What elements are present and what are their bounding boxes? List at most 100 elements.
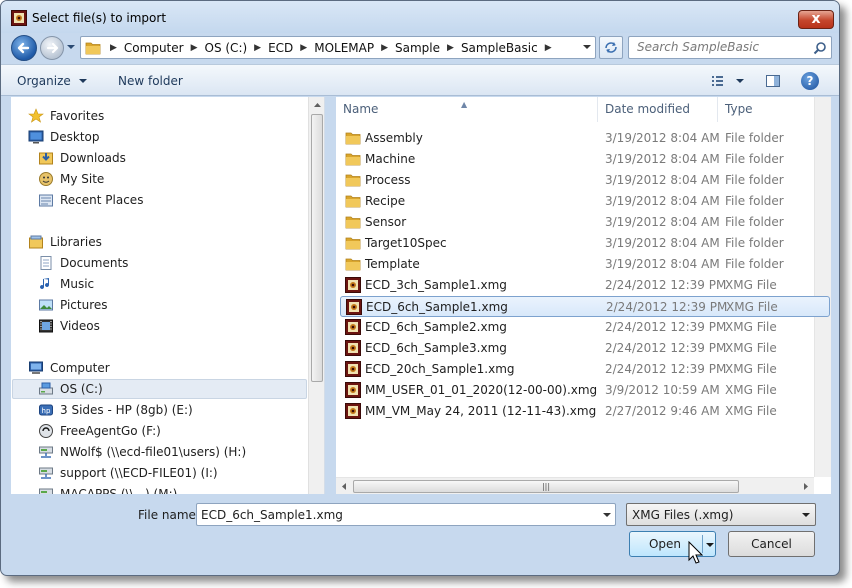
nav-item[interactable]: Documents bbox=[38, 253, 128, 273]
forward-arrow-icon bbox=[46, 42, 59, 54]
new-folder-button[interactable]: New folder bbox=[118, 74, 183, 88]
scroll-up-icon[interactable] bbox=[309, 97, 325, 114]
breadcrumb-item[interactable]: ECD bbox=[268, 41, 293, 55]
file-name-value: ECD_6ch_Sample1.xmg bbox=[201, 508, 343, 522]
change-view-icon[interactable] bbox=[709, 73, 749, 89]
preview-pane-icon[interactable] bbox=[765, 73, 781, 89]
file-row[interactable]: Sensor 3/19/2012 8:04 AM File folder bbox=[340, 212, 830, 233]
nav-item[interactable]: MACAPPS (\\...) (M:) bbox=[38, 484, 177, 494]
nav-item[interactable]: Desktop bbox=[28, 127, 100, 147]
file-row[interactable]: Machine 3/19/2012 8:04 AM File folder bbox=[340, 149, 830, 170]
recent-pages-dropdown-icon[interactable] bbox=[65, 41, 77, 53]
desktop-icon bbox=[28, 130, 44, 144]
file-row[interactable]: ECD_20ch_Sample1.xmg 2/24/2012 12:39 PM XM… bbox=[340, 359, 830, 380]
file-row[interactable]: MM_VM_May 24, 2011 (12-11-43).xmg 2/27/20… bbox=[340, 401, 830, 422]
file-row[interactable]: ECD_6ch_Sample1.xmg 2/24/2012 12:39 PM XMG… bbox=[340, 296, 830, 317]
file-name-dropdown-icon[interactable] bbox=[601, 509, 613, 521]
xmg-file-icon bbox=[345, 382, 361, 398]
nav-item[interactable]: Recent Places bbox=[38, 190, 143, 210]
file-type-value: XMG Files (.xmg) bbox=[632, 508, 734, 522]
back-button[interactable] bbox=[11, 35, 37, 61]
file-row[interactable]: Recipe 3/19/2012 8:04 AM File folder bbox=[340, 191, 830, 212]
open-options-dropdown-icon[interactable] bbox=[704, 539, 716, 551]
nav-scrollbar[interactable] bbox=[308, 97, 325, 494]
file-row[interactable]: Template 3/19/2012 8:04 AM File folder bbox=[340, 254, 830, 275]
nav-item-label: Computer bbox=[50, 361, 110, 375]
file-row[interactable]: Process 3/19/2012 8:04 AM File folder bbox=[340, 170, 830, 191]
address-bar[interactable]: ▶ Computer ▶ OS (C:) ▶ ECD ▶ MOLEMAP ▶ Sample ▶ Sam… bbox=[80, 36, 596, 59]
xmg-file-icon bbox=[346, 299, 362, 315]
breadcrumb-item[interactable]: Computer bbox=[124, 41, 184, 55]
nav-item[interactable]: Videos bbox=[38, 316, 100, 336]
file-row[interactable]: ECD_6ch_Sample2.xmg 2/24/2012 12:39 PM XMG… bbox=[340, 317, 830, 338]
breadcrumb-separator-icon[interactable]: ▶ bbox=[254, 43, 261, 53]
file-type-select[interactable]: XMG Files (.xmg) bbox=[626, 503, 816, 526]
nav-item[interactable]: Music bbox=[38, 274, 94, 294]
file-row[interactable]: Assembly 3/19/2012 8:04 AM File folder bbox=[340, 128, 830, 149]
search-input[interactable]: Search SampleBasic bbox=[637, 40, 759, 54]
cancel-button[interactable]: Cancel bbox=[728, 531, 815, 557]
nav-item[interactable]: Libraries bbox=[28, 232, 102, 252]
nav-item[interactable]: My Site bbox=[38, 169, 104, 189]
nav-item-label: Documents bbox=[60, 256, 129, 270]
search-box[interactable]: Search SampleBasic bbox=[628, 36, 832, 59]
mouse-cursor-icon bbox=[688, 541, 703, 564]
breadcrumb-separator-icon[interactable]: ▶ bbox=[191, 43, 198, 53]
column-header-name[interactable]: Name ▲ bbox=[336, 97, 598, 122]
refresh-button[interactable] bbox=[599, 36, 623, 59]
file-row[interactable]: ECD_6ch_Sample3.xmg 2/24/2012 12:39 PM XMG… bbox=[340, 338, 830, 359]
file-type: File folder bbox=[725, 257, 784, 271]
nav-item[interactable]: NWolf$ (\\ecd-file01\users) (H:) bbox=[38, 442, 246, 462]
breadcrumb-item[interactable]: SampleBasic bbox=[461, 41, 538, 55]
file-row[interactable]: MM_USER_01_01_2020(12-00-00).xmg 3/9/2012… bbox=[340, 380, 830, 401]
nav-item[interactable]: OS (C:) bbox=[12, 379, 307, 399]
nav-item[interactable]: support (\\ECD-FILE01) (I:) bbox=[38, 463, 218, 483]
nav-scroll-thumb[interactable] bbox=[311, 114, 323, 382]
nav-item[interactable]: Pictures bbox=[38, 295, 108, 315]
file-name-field[interactable]: ECD_6ch_Sample1.xmg bbox=[196, 503, 616, 526]
file-type: XMG File bbox=[725, 404, 777, 418]
file-name: ECD_3ch_Sample1.xmg bbox=[365, 278, 507, 292]
file-row[interactable]: Target10Spec 3/19/2012 8:04 AM File folder bbox=[340, 233, 830, 254]
search-icon[interactable] bbox=[813, 41, 827, 55]
breadcrumb-item[interactable]: MOLEMAP bbox=[314, 41, 374, 55]
forward-button[interactable] bbox=[40, 36, 64, 60]
folder-icon bbox=[345, 235, 361, 251]
folder-icon bbox=[345, 151, 361, 167]
nav-item-label: Downloads bbox=[60, 151, 126, 165]
file-row[interactable]: ECD_3ch_Sample1.xmg 2/24/2012 12:39 PM XMG… bbox=[340, 275, 830, 296]
nav-item[interactable]: hp 3 Sides - HP (8gb) (E:) bbox=[38, 400, 193, 420]
address-dropdown-icon[interactable] bbox=[581, 41, 593, 53]
column-header-date[interactable]: Date modified bbox=[598, 97, 718, 122]
breadcrumb-separator-icon[interactable]: ▶ bbox=[447, 43, 454, 53]
nav-item[interactable]: FreeAgentGo (F:) bbox=[38, 421, 161, 441]
horizontal-scroll-thumb[interactable]: ||| bbox=[353, 480, 739, 493]
breadcrumb-separator-icon[interactable]: ▶ bbox=[300, 43, 307, 53]
file-date-modified: 3/19/2012 8:04 AM bbox=[605, 215, 720, 229]
close-button[interactable]: x bbox=[798, 10, 834, 29]
network-drive-icon bbox=[38, 444, 54, 460]
organize-button[interactable]: Organize bbox=[17, 74, 88, 88]
nav-item-label: OS (C:) bbox=[60, 382, 103, 396]
breadcrumb-separator-icon[interactable]: ▶ bbox=[381, 43, 388, 53]
file-date-modified: 2/24/2012 12:39 PM bbox=[605, 278, 727, 292]
file-type: XMG File bbox=[725, 341, 777, 355]
nav-item[interactable]: Computer bbox=[28, 358, 110, 378]
file-name: ECD_6ch_Sample2.xmg bbox=[365, 320, 507, 334]
file-date-modified: 2/27/2012 9:46 AM bbox=[605, 404, 720, 418]
file-type: File folder bbox=[725, 194, 784, 208]
breadcrumb-item[interactable]: OS (C:) bbox=[205, 41, 248, 55]
svg-text:hp: hp bbox=[42, 407, 51, 415]
breadcrumb-separator-icon[interactable]: ▶ bbox=[110, 43, 117, 53]
scroll-right-icon[interactable] bbox=[797, 478, 814, 494]
nav-item[interactable]: Favorites bbox=[28, 106, 104, 126]
nav-item[interactable]: Downloads bbox=[38, 148, 126, 168]
help-icon[interactable]: ? bbox=[801, 72, 819, 90]
column-header-type[interactable]: Type bbox=[718, 97, 814, 122]
command-bar: Organize New folder ? bbox=[1, 64, 839, 96]
scroll-left-icon[interactable] bbox=[336, 478, 353, 494]
breadcrumb-separator-icon[interactable]: ▶ bbox=[545, 43, 552, 53]
breadcrumb-item[interactable]: Sample bbox=[395, 41, 440, 55]
back-arrow-icon bbox=[17, 42, 30, 54]
file-list-horizontal-scrollbar[interactable]: ||| bbox=[336, 477, 814, 494]
